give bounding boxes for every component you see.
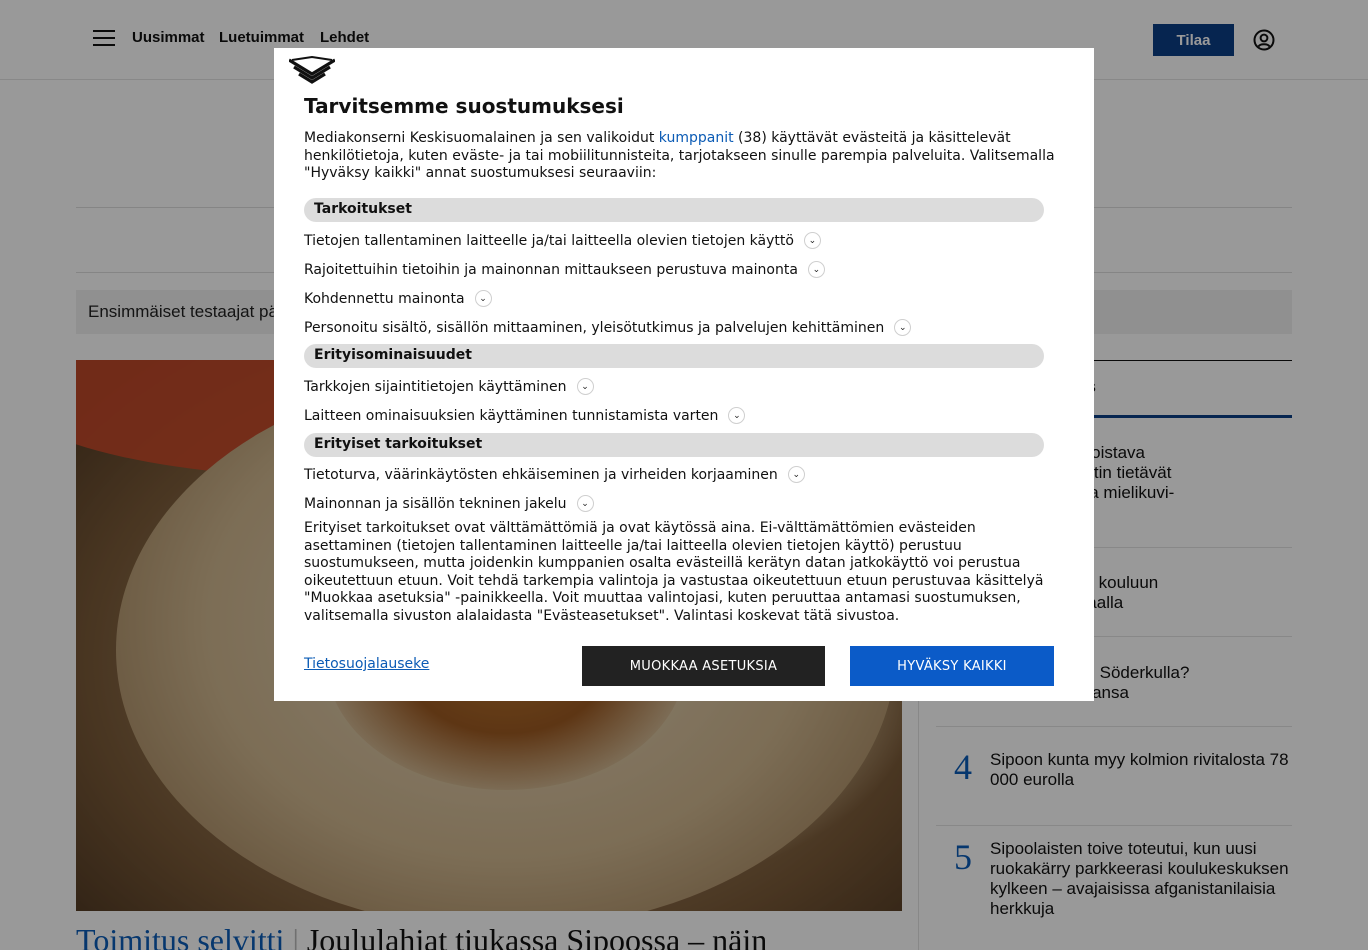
purpose-item[interactable]: Rajoitettuihin tietoihin ja mainonnan mi… xyxy=(304,261,825,278)
chevron-down-icon[interactable]: ⌄ xyxy=(576,378,594,395)
section-header-special-features: Erityisominaisuudet xyxy=(304,344,1044,368)
purpose-item[interactable]: Kohdennettu mainonta ⌄ xyxy=(304,290,492,307)
chevron-down-icon[interactable]: ⌄ xyxy=(807,261,825,278)
consent-intro: Mediakonserni Keskisuomalainen ja sen va… xyxy=(304,130,1055,181)
special-purpose-item[interactable]: Tietoturva, väärinkäytösten ehkäiseminen… xyxy=(304,466,805,483)
consent-details-text: Erityiset tarkoitukset ovat välttämättöm… xyxy=(304,520,1044,624)
chevron-down-icon[interactable]: ⌄ xyxy=(894,319,912,336)
purpose-item[interactable]: Tietojen tallentaminen laitteelle ja/tai… xyxy=(304,232,821,249)
section-header-special-purposes: Erityiset tarkoitukset xyxy=(304,433,1044,457)
feature-item[interactable]: Laitteen ominaisuuksien käyttäminen tunn… xyxy=(304,407,746,424)
chevron-down-icon[interactable]: ⌄ xyxy=(787,466,805,483)
accept-all-button[interactable]: HYVÄKSY KAIKKI xyxy=(850,646,1054,686)
special-purpose-item[interactable]: Mainonnan ja sisällön tekninen jakelu ⌄ xyxy=(304,495,594,512)
feature-item[interactable]: Tarkkojen sijaintitietojen käyttäminen ⌄ xyxy=(304,378,594,395)
chevron-down-icon[interactable]: ⌄ xyxy=(474,290,492,307)
customize-settings-button[interactable]: MUOKKAA ASETUKSIA xyxy=(582,646,825,686)
consent-title: Tarvitsemme suostumuksesi xyxy=(304,94,624,118)
partners-link[interactable]: kumppanit xyxy=(659,130,734,146)
brand-logo xyxy=(289,56,335,84)
chevron-down-icon[interactable]: ⌄ xyxy=(728,407,746,424)
privacy-policy-link[interactable]: Tietosuojalauseke xyxy=(304,656,429,672)
section-header-purposes: Tarkoitukset xyxy=(304,198,1044,222)
consent-dialog: Tarvitsemme suostumuksesi Mediakonserni … xyxy=(274,48,1094,701)
chevron-down-icon[interactable]: ⌄ xyxy=(576,495,594,512)
purpose-item[interactable]: Personoitu sisältö, sisällön mittaaminen… xyxy=(304,319,912,336)
chevron-down-icon[interactable]: ⌄ xyxy=(803,232,821,249)
